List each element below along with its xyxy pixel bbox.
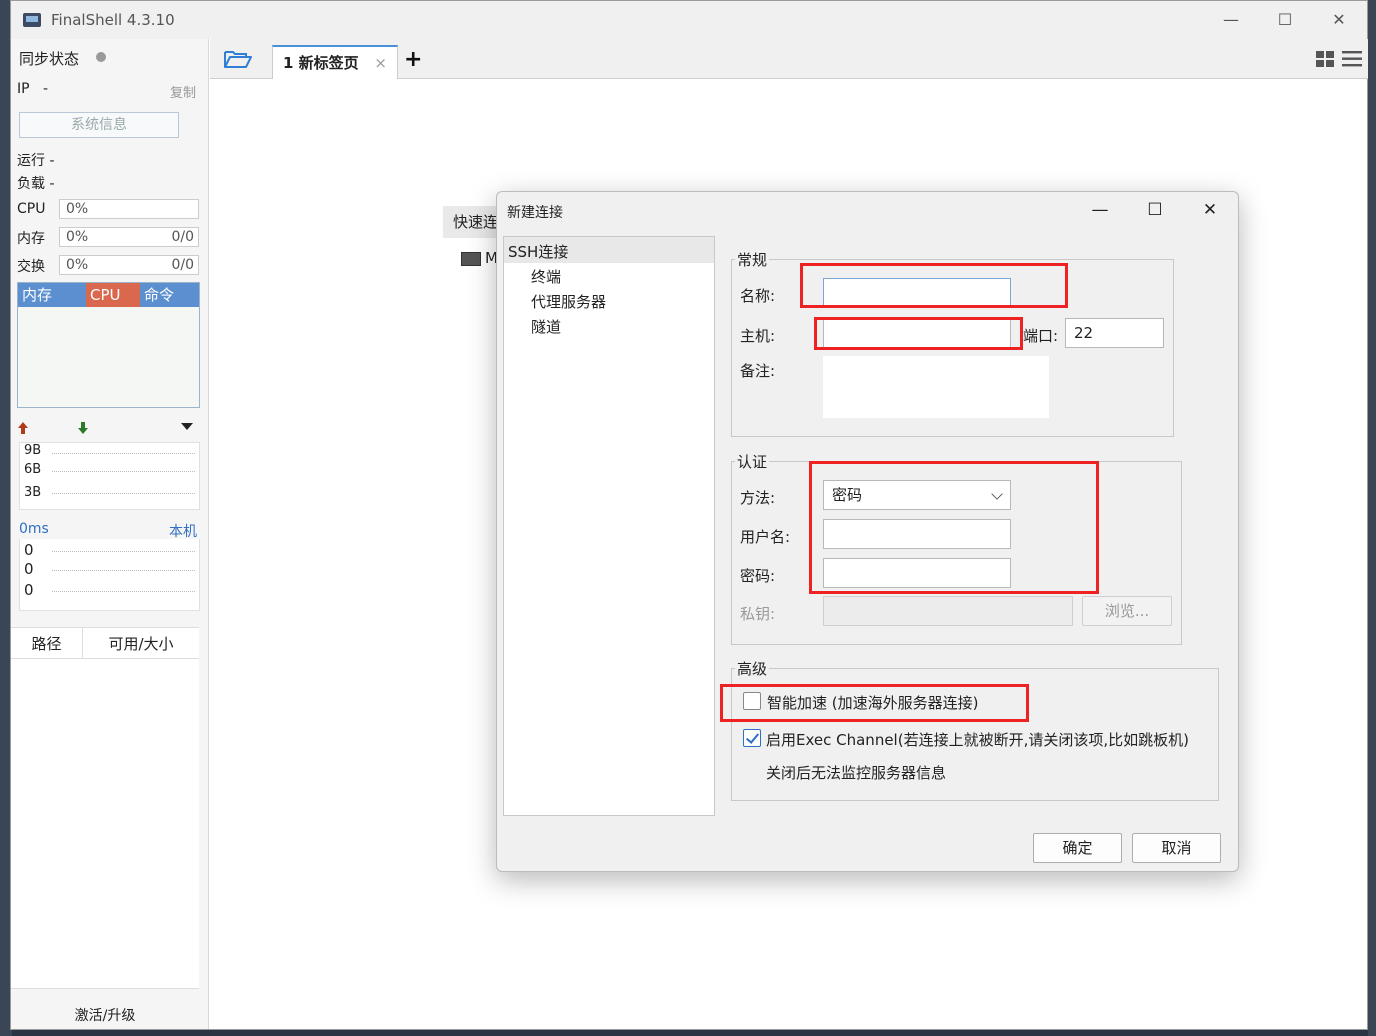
ping-value-2: 0: [24, 560, 34, 578]
mem-label: 内存: [17, 231, 45, 247]
sync-status-label: 同步状态: [19, 50, 80, 68]
password-label: 密码:: [740, 567, 776, 585]
process-table: 内存 CPU 命令: [17, 282, 200, 408]
tab-bar: 1 新标签页 × +: [210, 39, 1368, 79]
grid-view-icon[interactable]: [1316, 51, 1334, 67]
tree-item-terminal[interactable]: 终端: [531, 266, 561, 287]
tree-item-tunnel[interactable]: 隧道: [531, 316, 561, 337]
advanced-legend: 高级: [735, 658, 770, 679]
dialog-title: 新建连接: [507, 205, 563, 221]
general-legend: 常规: [735, 249, 770, 270]
swap-meter: 0% 0/0: [59, 255, 199, 275]
port-label: 端口:: [1023, 327, 1059, 345]
note-textarea[interactable]: [823, 356, 1049, 418]
minimize-button[interactable]: —: [1211, 9, 1251, 31]
swap-label: 交换: [17, 259, 45, 275]
mem-value: 0%: [66, 229, 89, 245]
desktop-edge-right: [1368, 0, 1376, 1036]
proc-header-cmd[interactable]: 命令: [140, 283, 199, 307]
sidebar: 同步状态 IP - 复制 系统信息 运行 - 负载 - CPU 0% 内存 0%…: [11, 39, 209, 1029]
dropdown-icon[interactable]: [181, 423, 193, 431]
name-label: 名称:: [740, 287, 776, 305]
highlight-auth: [809, 461, 1099, 594]
swap-value: 0%: [66, 257, 89, 273]
proc-header-mem[interactable]: 内存: [18, 283, 86, 307]
username-label: 用户名:: [740, 528, 791, 546]
ping-host[interactable]: 本机: [169, 521, 197, 541]
terminal-icon: [461, 251, 481, 266]
tree-item-proxy[interactable]: 代理服务器: [531, 291, 606, 312]
highlight-host: [814, 317, 1023, 350]
highlight-smart-accel: [720, 684, 1029, 722]
private-key-input: [823, 596, 1073, 626]
tab-label: 1 新标签页: [283, 54, 359, 72]
exec-channel-checkbox[interactable]: [743, 729, 761, 747]
highlight-name: [800, 263, 1068, 308]
ping-value-3: 0: [24, 581, 34, 599]
cpu-label: CPU: [17, 201, 46, 217]
settings-tree: SSH连接 终端 代理服务器 隧道: [503, 236, 715, 816]
window-title: FinalShell 4.3.10: [51, 11, 175, 29]
menu-icon[interactable]: [1342, 51, 1362, 67]
host-label: 主机:: [740, 327, 776, 345]
disk-table-body: [11, 659, 199, 989]
ip-label: IP: [17, 81, 30, 97]
run-status: 运行 -: [17, 153, 55, 169]
upload-arrow-icon: [18, 422, 28, 434]
net-label-low: 3B: [24, 485, 42, 500]
size-column-header[interactable]: 可用/大小: [83, 628, 199, 658]
ping-graph: 0 0 0: [19, 539, 200, 611]
cpu-meter: 0%: [59, 199, 199, 219]
system-info-button[interactable]: 系统信息: [19, 112, 179, 138]
private-key-label: 私钥:: [740, 605, 776, 623]
close-button[interactable]: ✕: [1319, 9, 1359, 31]
tab-close-icon[interactable]: ×: [374, 47, 387, 79]
title-bar: FinalShell 4.3.10 — ☐ ✕: [11, 1, 1367, 39]
note-label: 备注:: [740, 362, 776, 380]
copy-ip-link[interactable]: 复制: [170, 82, 196, 101]
method-label: 方法:: [740, 489, 776, 507]
new-connection-dialog: 新建连接 — ☐ ✕ SSH连接 终端 代理服务器 隧道 常规 名称: 主机: …: [496, 191, 1239, 872]
folder-open-icon[interactable]: [224, 49, 252, 69]
network-toolbar: [17, 419, 201, 439]
mem-meter: 0% 0/0: [59, 227, 199, 247]
ping-ms: 0ms: [19, 521, 49, 537]
app-icon: [23, 13, 41, 27]
swap-usage: 0/0: [171, 257, 194, 273]
add-tab-button[interactable]: +: [404, 47, 422, 72]
auth-legend: 认证: [735, 451, 770, 472]
cpu-value: 0%: [66, 201, 89, 217]
exec-channel-label[interactable]: 启用Exec Channel(若连接上就被断开,请关闭该项,比如跳板机): [766, 729, 1189, 750]
path-column-header[interactable]: 路径: [11, 628, 83, 658]
maximize-button[interactable]: ☐: [1265, 9, 1305, 31]
exec-channel-note: 关闭后无法监控服务器信息: [766, 764, 947, 782]
ok-button[interactable]: 确定: [1033, 833, 1122, 863]
cancel-button[interactable]: 取消: [1132, 833, 1221, 863]
dialog-close-button[interactable]: ✕: [1190, 198, 1230, 222]
activate-upgrade-link[interactable]: 激活/升级: [11, 1005, 199, 1025]
ip-value: -: [43, 81, 49, 97]
network-graph: 9B 6B 3B: [19, 442, 200, 510]
browse-button: 浏览...: [1082, 596, 1172, 626]
quick-connect-header[interactable]: 快速连接: [443, 206, 503, 238]
dialog-maximize-button[interactable]: ☐: [1135, 198, 1175, 222]
proc-header-cpu[interactable]: CPU: [86, 283, 140, 307]
port-input[interactable]: 22: [1065, 318, 1164, 348]
dialog-minimize-button[interactable]: —: [1080, 198, 1120, 222]
load-status: 负载 -: [17, 176, 55, 192]
download-arrow-icon: [78, 422, 88, 434]
disk-table-header: 路径 可用/大小: [11, 627, 199, 659]
net-label-high: 9B: [24, 443, 42, 458]
tab-new-tab[interactable]: 1 新标签页 ×: [272, 45, 398, 79]
mem-usage: 0/0: [171, 229, 194, 245]
net-label-mid: 6B: [24, 462, 42, 477]
tree-item-ssh[interactable]: SSH连接: [508, 241, 568, 262]
ping-value-1: 0: [24, 541, 34, 559]
sync-status-dot: [96, 52, 106, 62]
